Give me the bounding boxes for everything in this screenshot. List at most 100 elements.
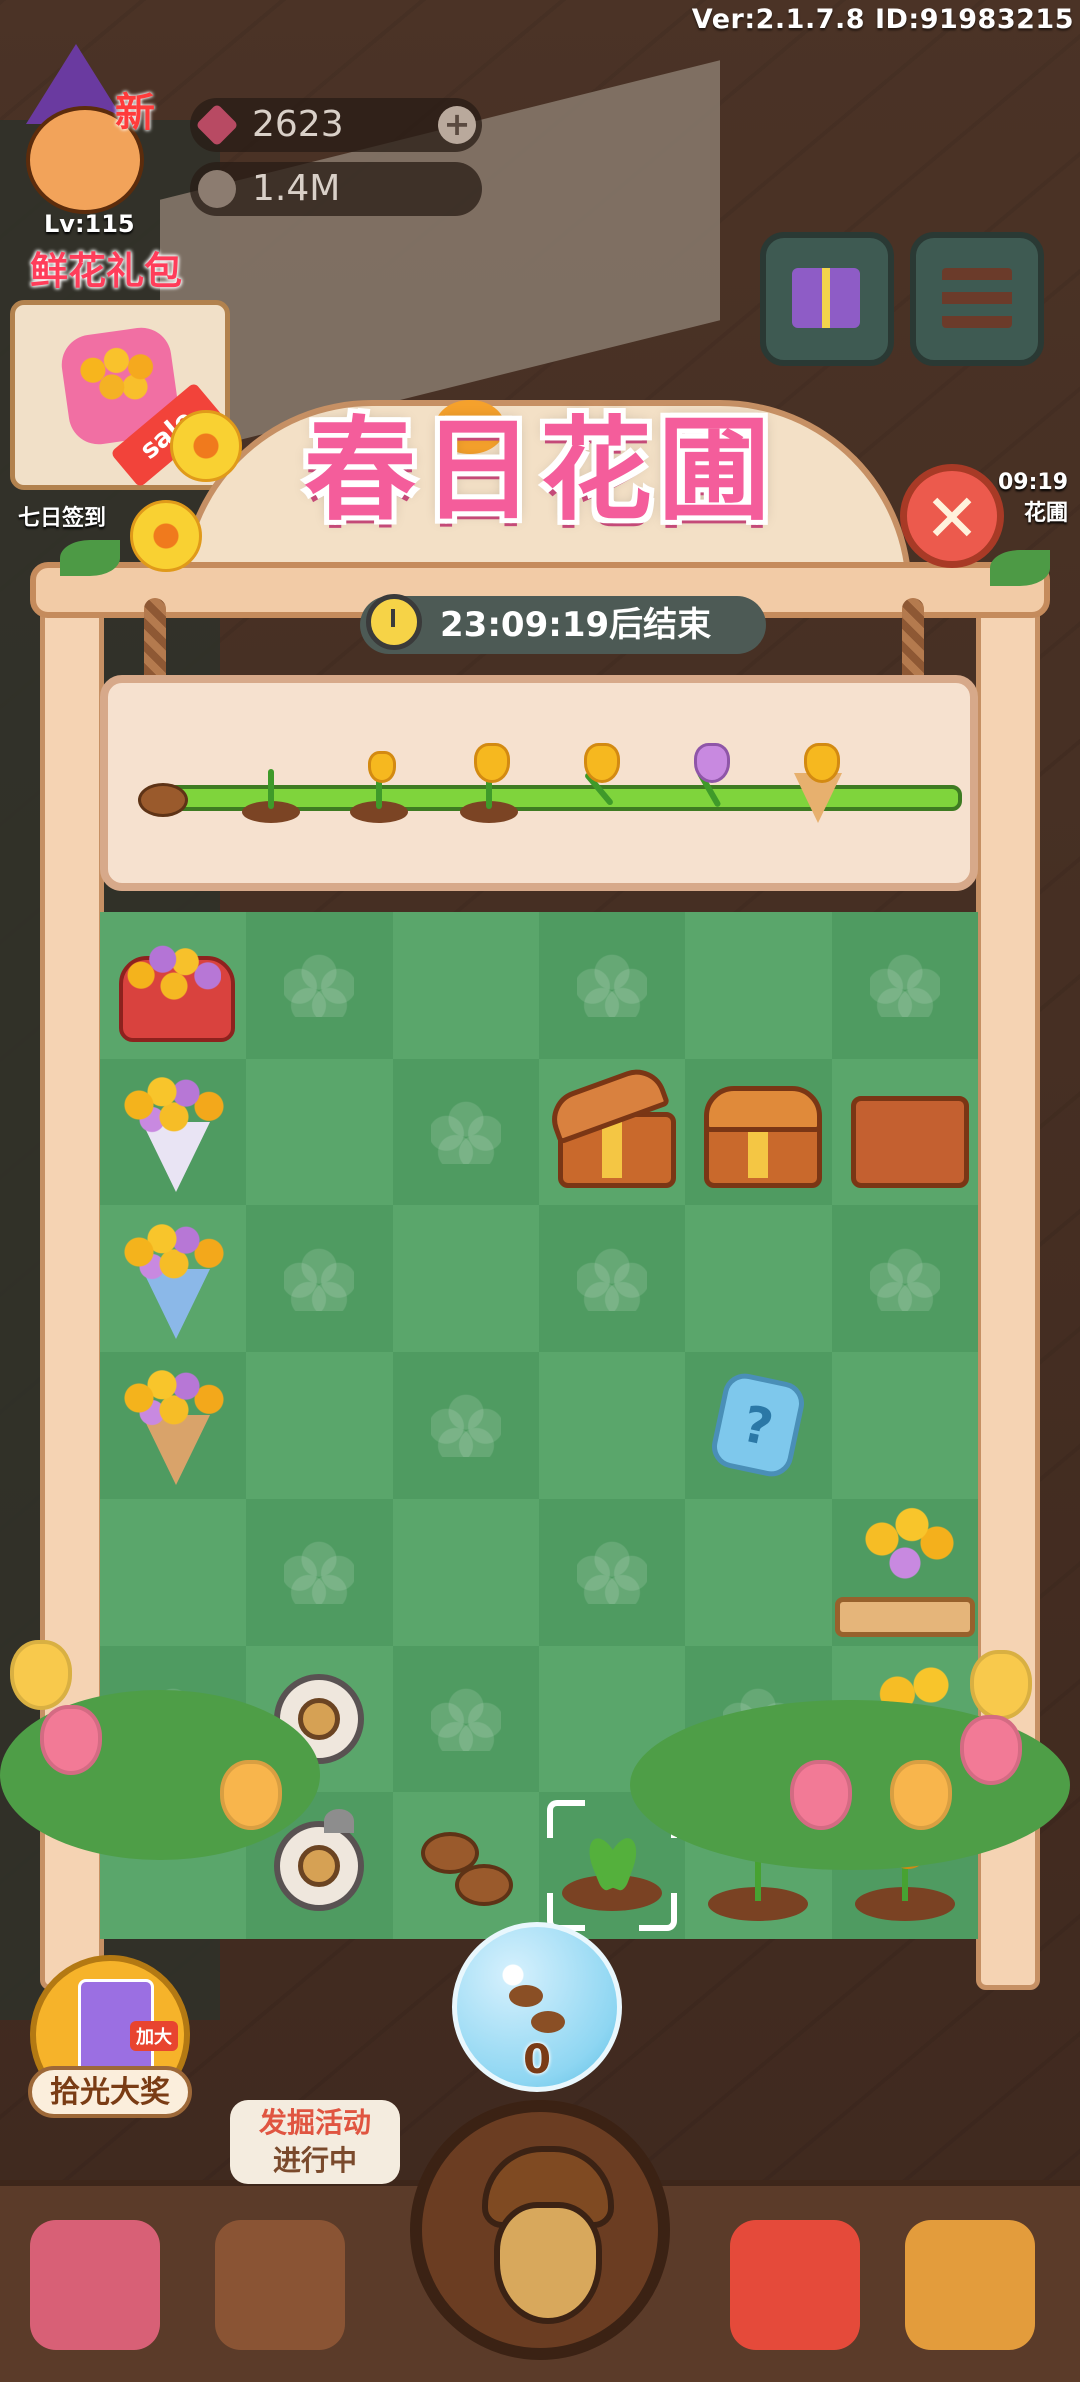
clover-pattern-icon [430,1393,501,1458]
grid-cell[interactable] [246,1498,393,1646]
seeds-icon[interactable] [420,1826,513,1906]
add-gems-button[interactable]: + [438,106,476,144]
grid-cell[interactable] [100,1205,247,1353]
countdown-text: 23:09:19后结束 [440,605,712,645]
grid-cell[interactable] [100,912,247,1059]
seed-pocket-watch-icon[interactable] [274,1808,365,1911]
grid-cell[interactable] [392,1792,539,1939]
tulip-decoration-icon [960,1715,1022,1785]
grid-cell[interactable] [100,1498,247,1646]
clover-pattern-icon [577,1246,648,1311]
seed-icon [509,1985,543,2007]
grid-cell[interactable] [685,1205,832,1353]
grid-cell[interactable] [392,1645,539,1793]
grid-cell[interactable] [246,912,393,1059]
seed-count: 0 [523,2037,551,2083]
grid-cell[interactable] [246,1352,393,1499]
grid-cell[interactable] [831,1498,978,1646]
tulip-decoration-icon [790,1760,852,1830]
grid-cell[interactable] [538,1352,686,1499]
tulip-decoration-icon [40,1705,102,1775]
tulip-planter-icon[interactable] [834,1507,975,1638]
grid-cell[interactable] [685,1058,832,1206]
wooden-crate-icon[interactable] [845,1082,969,1189]
gem-counter[interactable]: 2623 + [190,98,482,152]
gem-count: 2623 [252,104,344,145]
coin-count: 1.4M [252,168,341,209]
flower-decoration-icon [170,410,242,482]
mystery-cube-icon[interactable] [730,2220,860,2350]
version-label: Ver:2.1.7.8 ID:91983215 [691,4,1074,35]
new-badge: 新 [115,90,155,136]
stage-seed-icon [128,743,198,823]
clover-pattern-icon [577,1540,648,1605]
acorn-button[interactable] [410,2100,670,2360]
grid-cell[interactable] [538,912,686,1059]
spring-garden-panel: 春日花圃 ✕ 23:09:19后结束 ? [0,400,1070,1990]
flower-decoration-icon [130,500,202,572]
bouquet-blue-icon[interactable] [118,1218,228,1339]
grid-cell[interactable] [831,912,978,1059]
clover-pattern-icon [284,1246,355,1311]
tulip-decoration-icon [890,1760,952,1830]
dig-tip-line1: 发掘活动 [258,2106,371,2139]
dig-tip-line2: 进行中 [272,2144,357,2177]
grid-cell[interactable] [100,1058,247,1206]
seed-bubble-button[interactable]: 0 [452,1922,622,2092]
stage-tulip-icon [454,743,524,823]
grid-cell[interactable] [392,1205,539,1353]
grid-cell[interactable] [246,1058,393,1206]
grid-cell[interactable] [831,1352,978,1499]
grid-cell[interactable] [538,1498,686,1646]
chest-open-icon[interactable] [543,1061,677,1189]
grid-cell[interactable] [685,1498,832,1646]
mystery-box-icon[interactable]: ? [708,1370,809,1481]
chest-icon[interactable] [698,1082,823,1189]
seed-coin-icon [198,170,236,208]
clover-pattern-icon [577,953,648,1018]
clover-pattern-icon [869,1246,940,1311]
menu-icon [942,268,1012,328]
gift-button[interactable] [760,232,894,366]
stage-bouquet-icon [784,743,854,823]
player-level: Lv:115 [44,210,135,238]
stage-cut-tulips-icon [564,743,634,823]
tulip-decoration-icon [220,1760,282,1830]
clover-pattern-icon [284,953,355,1018]
gift-icon [792,268,860,328]
menu-button[interactable] [910,232,1044,366]
grid-cell[interactable] [831,1058,978,1206]
seed-coin-counter: 1.4M [190,162,482,216]
bouquet-kraft-icon[interactable] [118,1365,228,1486]
grand-prize-label: 拾光大奖 [28,2066,192,2118]
seed-icon [531,2011,565,2033]
stage-mixed-sprig-icon [674,743,744,823]
grand-prize-tag: 加大 [130,2021,178,2051]
grid-cell[interactable] [538,1205,686,1353]
grid-cell[interactable] [392,1352,539,1499]
event-countdown: 23:09:19后结束 [360,594,766,654]
tulip-decoration-icon [10,1640,72,1710]
tulip-decoration-icon [970,1650,1032,1720]
heart-box-bouquet-icon[interactable] [113,930,236,1043]
grid-cell[interactable] [685,912,832,1059]
shop-icon[interactable] [30,2220,160,2350]
stage-bud-icon [344,743,414,823]
grid-cell[interactable] [831,1205,978,1353]
grid-cell[interactable]: ? [685,1352,832,1499]
grid-cell[interactable] [392,1498,539,1646]
flower-pack-title: 鲜花礼包 [30,249,183,293]
grid-cell[interactable] [392,912,539,1059]
grid-cell[interactable] [100,1352,247,1499]
home-icon[interactable] [905,2220,1035,2350]
growth-progress-board [100,675,978,891]
stage-sprout-icon [236,743,306,823]
grid-cell[interactable] [538,1058,686,1206]
grid-cell[interactable] [392,1058,539,1206]
close-button[interactable]: ✕ [900,464,1004,568]
dig-event-icon[interactable] [215,2220,345,2350]
clover-pattern-icon [430,1686,501,1751]
bouquet-white-icon[interactable] [118,1072,228,1193]
grid-cell[interactable] [246,1205,393,1353]
clover-pattern-icon [430,1100,501,1165]
